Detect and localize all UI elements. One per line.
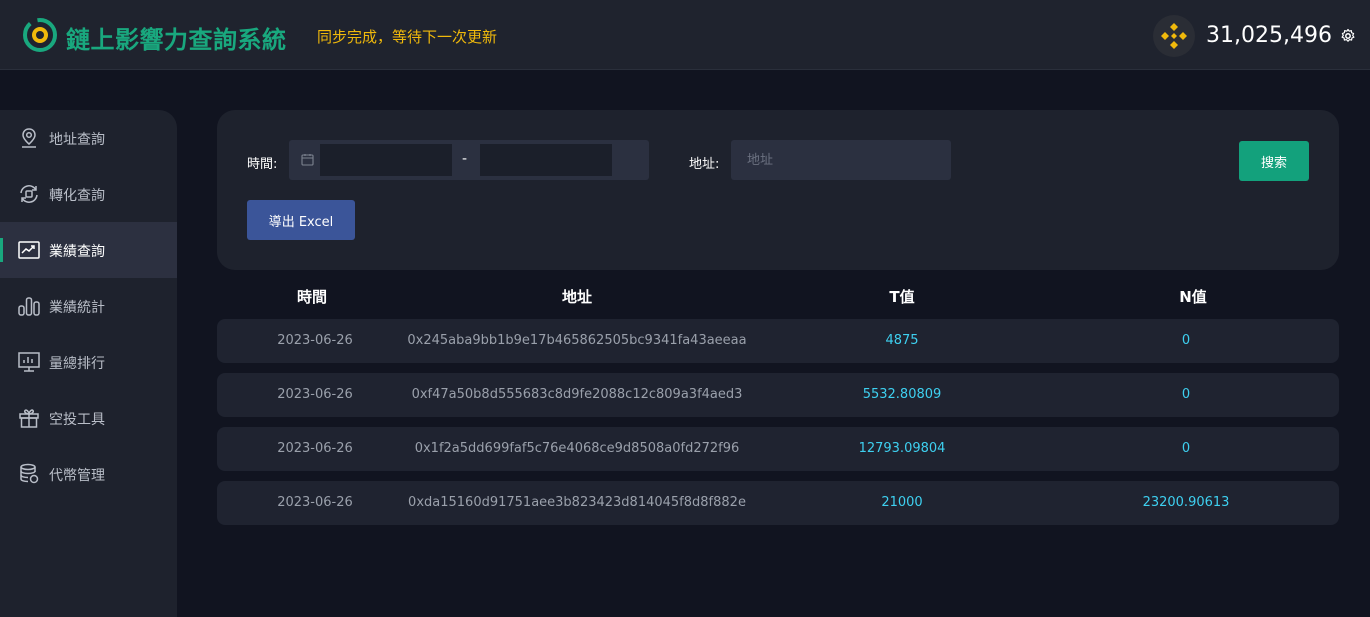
trend-chart-icon [18,241,40,259]
sidebar-item-performance-stats[interactable]: 業績統計 [0,278,177,334]
cell-address: 0xda15160d91751aee3b823423d814045f8d8f88… [408,495,746,510]
address-label: 地址: [689,157,720,172]
search-button[interactable]: 搜索 [1239,141,1309,181]
column-header-n-value: N值 [1179,288,1207,306]
cell-address: 0x245aba9bb1b9e17b465862505bc9341fa43aee… [407,333,747,348]
sidebar: 地址查詢 轉化查詢 業績查詢 業績統計 量總排行 空投工具 代幣管理 [0,110,177,617]
sync-status-text: 同步完成，等待下一次更新 [317,28,498,46]
column-header-address: 地址 [561,288,593,306]
column-header-time: 時間 [296,288,328,306]
cell-time: 2023-06-26 [277,387,353,402]
cell-time: 2023-06-26 [277,333,353,348]
map-pin-icon [22,128,36,148]
sidebar-item-label: 地址查詢 [49,132,105,148]
date-separator: - [462,151,468,167]
cell-t-value: 5532.80809 [862,387,942,402]
export-excel-button[interactable]: 導出 Excel [247,200,355,240]
date-range-picker[interactable]: - [289,140,649,180]
app-title: 鏈上影響力查詢系統 [66,26,287,54]
sidebar-item-label: 量總排行 [49,356,105,372]
table-row: 2023-06-26 0x1f2a5dd699faf5c76e4068ce9d8… [217,427,1339,471]
bnb-icon [1153,15,1195,57]
date-start-input[interactable] [320,144,452,176]
sidebar-item-label: 代幣管理 [49,468,105,484]
presentation-board-icon [18,352,40,372]
cell-n-value: 0 [1181,387,1191,402]
cell-t-value: 12793.09804 [858,441,946,456]
cell-t-value: 21000 [881,495,923,510]
sidebar-item-volume-ranking[interactable]: 量總排行 [0,334,177,390]
sidebar-item-conversion-query[interactable]: 轉化查詢 [0,166,177,222]
sidebar-item-label: 轉化查詢 [49,188,105,204]
gear-icon[interactable] [1340,28,1356,44]
column-header-t-value: T值 [889,288,915,306]
token-balance: 31,025,496 [1206,23,1332,48]
calendar-icon [301,154,314,166]
cell-address: 0xf47a50b8d555683c8d9fe2088c12c809a3f4ae… [411,387,743,402]
address-input[interactable] [731,140,951,180]
convert-icon [20,185,38,203]
cell-time: 2023-06-26 [277,441,353,456]
sidebar-item-label: 業績查詢 [49,244,105,260]
sidebar-item-token-management[interactable]: 代幣管理 [0,446,177,502]
table-row: 2023-06-26 0xda15160d91751aee3b823423d81… [217,481,1339,525]
filter-panel: 時間: - 地址: 搜索 導出 Excel [217,110,1339,270]
cell-address: 0x1f2a5dd699faf5c76e4068ce9d8508a0fd272f… [414,441,740,456]
database-icon [20,463,39,484]
sidebar-item-address-query[interactable]: 地址查詢 [0,110,177,166]
sidebar-item-airdrop-tool[interactable]: 空投工具 [0,390,177,446]
sidebar-item-label: 空投工具 [49,412,105,428]
date-end-input[interactable] [480,144,612,176]
cell-n-value: 0 [1181,333,1191,348]
time-label: 時間: [247,157,278,172]
sidebar-item-performance-query[interactable]: 業績查詢 [0,222,177,278]
sidebar-item-label: 業績統計 [49,300,105,316]
cell-t-value: 4875 [885,333,919,348]
top-header: 鏈上影響力查詢系統 同步完成，等待下一次更新 31,025,496 [0,0,1370,70]
cell-time: 2023-06-26 [277,495,353,510]
cell-n-value: 0 [1181,441,1191,456]
table-row: 2023-06-26 0x245aba9bb1b9e17b465862505bc… [217,319,1339,363]
gift-icon [19,409,39,428]
cell-n-value: 23200.90613 [1142,495,1230,510]
table-row: 2023-06-26 0xf47a50b8d555683c8d9fe2088c1… [217,373,1339,417]
logo-icon [23,18,57,52]
bar-stats-icon [18,297,40,316]
